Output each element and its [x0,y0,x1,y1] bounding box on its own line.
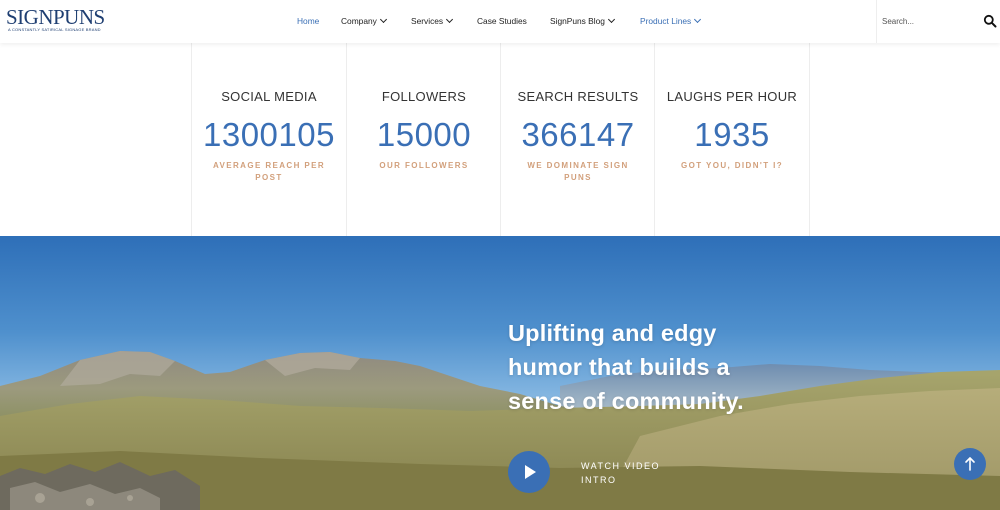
watch-video-link[interactable]: WATCH VIDEO INTRO [581,459,671,487]
hero-headline: Uplifting and edgy humor that builds a s… [508,320,744,414]
nav-item-label: Home [297,16,320,26]
stat-search-results: SEARCH RESULTS 366147 WE DOMINATE SIGN P… [500,43,655,236]
nav-item-home[interactable]: Home [297,14,319,28]
scroll-to-top-button[interactable] [954,448,986,480]
stat-laughs-per-hour: LAUGHS PER HOUR 1935 GOT YOU, DIDN'T I? [654,43,810,236]
stat-subtitle: WE DOMINATE SIGN PUNS [527,161,629,182]
stat-number: 366147 [521,116,635,153]
stat-title: LAUGHS PER HOUR [666,89,798,104]
stats-section: SOCIAL MEDIA 1300105 AVERAGE REACH PER P… [191,43,810,236]
watch-video-button[interactable] [508,451,550,493]
logo-text: SIGNPUNS [6,5,105,29]
site-header: SIGNPUNS A CONSTANTLY SATIRICAL SIGNAGE … [0,0,1000,43]
nav-item-case-studies[interactable]: Case Studies [477,14,527,28]
search-input[interactable] [882,14,972,28]
stat-title: SOCIAL MEDIA [221,89,317,104]
stat-title: SEARCH RESULTS [517,89,639,104]
stat-number: 15000 [376,116,472,153]
stat-subtitle: OUR FOLLOWERS [379,161,469,170]
site-logo[interactable]: SIGNPUNS A CONSTANTLY SATIRICAL SIGNAGE … [6,6,105,36]
logo-tagline: A CONSTANTLY SATIRICAL SIGNAGE BRAND [8,27,101,32]
stat-subtitle: AVERAGE REACH PER POST [212,161,326,182]
nav-item-product-lines[interactable]: Product Lines [640,14,702,28]
arrow-up-icon [965,457,975,471]
chevron-down-icon [379,15,387,24]
hero-section: Uplifting and edgy humor that builds a s… [0,236,1000,510]
stat-title: FOLLOWERS [381,89,467,104]
chevron-down-icon [607,15,615,24]
nav-item-services[interactable]: Services [411,14,454,28]
nav-item-label: Company [341,16,377,26]
nav-item-signpuns-blog[interactable]: SignPuns Blog [550,14,615,28]
stat-number: 1300105 [203,116,335,153]
nav-item-label: Services [411,16,444,26]
chevron-down-icon [446,15,454,24]
mountain-landscape-image [0,351,1000,510]
stat-number: 1935 [694,116,770,153]
play-icon [525,465,536,479]
stat-followers: FOLLOWERS 15000 OUR FOLLOWERS [346,43,501,236]
search-box [876,0,1000,43]
nav-item-label: Product Lines [640,16,692,26]
stat-subtitle: GOT YOU, DIDN'T I? [680,161,784,170]
search-icon[interactable] [983,14,997,28]
nav-item-label: SignPuns Blog [550,16,605,26]
nav-item-company[interactable]: Company [341,14,387,28]
chevron-down-icon [694,15,702,24]
nav-item-label: Case Studies [477,16,527,26]
stat-social-media: SOCIAL MEDIA 1300105 AVERAGE REACH PER P… [191,43,346,236]
